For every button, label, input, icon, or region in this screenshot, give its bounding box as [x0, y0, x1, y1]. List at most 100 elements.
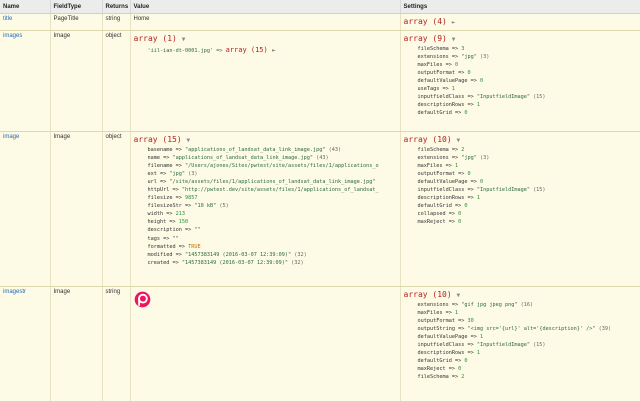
entry-value: 213 — [175, 211, 185, 218]
key-value-entry: extensions => "jpg" (3) — [404, 53, 637, 61]
expanded-arrow-icon: ▼ — [456, 292, 461, 299]
key-value-entry: maxReject => 0 — [404, 365, 637, 373]
field-name: title — [0, 13, 51, 31]
table-row: title PageTitle string Home array (4) ► — [0, 13, 640, 31]
entry-value: "" — [194, 227, 201, 234]
entry-key: fileSchema => — [417, 374, 459, 381]
field-value: array (1) ▼ 'iil-ian-dt-0001.jpg' => arr… — [130, 30, 401, 132]
value-list: basename => "applications_of_landsat_dat… — [134, 146, 397, 267]
value-array-toggle[interactable]: array (1) ▼ — [134, 33, 397, 45]
field-value: array (15) ▼ basename => "applications_o… — [130, 131, 401, 287]
entry-value: "InputfieldImage" — [476, 94, 530, 101]
entry-length: (15) — [533, 94, 546, 101]
entry-length: (3) — [479, 54, 490, 61]
entry-key: httpUrl => — [147, 187, 179, 194]
entry-value: 1 — [454, 163, 459, 170]
entry-key: defaultValuePage => — [417, 334, 477, 341]
expanded-arrow-icon: ▼ — [181, 36, 186, 43]
entry-length: (15) — [533, 342, 546, 349]
collapsed-arrow-icon: ► — [451, 19, 456, 26]
col-header-settings[interactable]: Settings — [400, 0, 640, 14]
key-value-entry: filesizeStr => "10 kB" (5) — [134, 202, 397, 210]
entry-value: 1 — [479, 334, 484, 341]
entry-key: filesizeStr => — [147, 203, 192, 210]
settings-list: extensions => "gif jpg jpeg png" (16) max… — [404, 301, 637, 381]
settings-array-toggle[interactable]: array (9) ▼ — [404, 33, 637, 45]
table-row: image Image object array (15) ▼ basename… — [0, 131, 640, 287]
key-value-entry: maxReject => 0 — [404, 218, 637, 226]
entry-value: "jpg" — [169, 171, 185, 178]
key-value-entry: inputfieldClass => "InputfieldImage" (15… — [404, 186, 637, 194]
entry-key: defaultValuePage => — [417, 179, 477, 186]
entry-length: (43) — [328, 147, 342, 153]
entry-key: maxFiles => — [417, 310, 452, 317]
entry-length: (3) — [479, 155, 490, 162]
field-returns: string — [102, 13, 131, 31]
entry-key: outputString => — [417, 326, 465, 333]
entry-value: 0 — [464, 203, 468, 210]
field-value: Home — [130, 13, 401, 31]
entry-value: 9857 — [184, 195, 198, 202]
field-type: PageTitle — [50, 13, 103, 31]
col-header-value[interactable]: Value — [130, 0, 401, 14]
entry-value: "applications_of_landsat_data_link_image… — [184, 147, 326, 153]
key-value-entry: filename => "/Users/ajones/Sites/pwtest/… — [134, 162, 397, 170]
entry-value: 1 — [454, 310, 459, 317]
settings-array-toggle[interactable]: array (4) ► — [404, 16, 637, 28]
key-value-entry: height => 150 — [134, 218, 397, 226]
key-value-entry: defaultGrid => 0 — [404, 202, 637, 210]
key-value-entry: url => "/site/assets/files/1/application… — [134, 178, 397, 186]
col-header-name[interactable]: Name — [0, 0, 51, 14]
entry-key: maxReject => — [417, 366, 455, 373]
entry-value: 3 — [461, 46, 465, 52]
entry-key: url => — [147, 179, 167, 186]
entry-value: "applications_of_landsat_data_link_image… — [172, 155, 314, 162]
nested-array-toggle[interactable]: array (15) ► — [226, 46, 276, 54]
field-settings: array (10) ▼ extensions => "gif jpg jpeg… — [400, 286, 640, 402]
entry-value: TRUE — [188, 243, 201, 250]
value-array-toggle[interactable]: array (15) ▼ — [134, 134, 397, 146]
key-value-entry: maxFiles => 1 — [404, 309, 637, 317]
entry-key: width => — [147, 211, 173, 218]
field-type: Image — [50, 131, 103, 287]
key-value-entry: ext => "jpg" (3) — [134, 170, 397, 178]
entry-key: extensions => — [417, 54, 459, 61]
entry-key: fileSchema => — [417, 46, 459, 52]
key-value-entry: fileSchema => 3 — [404, 45, 637, 53]
entry-key: basename => — [147, 147, 182, 153]
field-name: imagestr — [0, 286, 51, 402]
key-value-entry: fileSchema => 2 — [404, 373, 637, 381]
key-value-entry: tags => "" — [134, 235, 397, 243]
key-value-entry: outputString => "<img src='{url}' alt='{… — [404, 325, 637, 333]
entry-value: 0 — [458, 366, 462, 373]
key-value-entry: extensions => "gif jpg jpeg png" (16) — [404, 301, 637, 309]
entry-key: extensions => — [417, 155, 459, 162]
entry-key: defaultValuePage => — [417, 78, 477, 85]
entry-key: filesize => — [147, 195, 182, 202]
entry-key: outputFormat => — [417, 171, 465, 178]
field-returns: object — [102, 131, 131, 287]
entry-key: inputfieldClass => — [417, 342, 474, 349]
entry-value: 0 — [464, 358, 468, 365]
entry-value: 1 — [476, 195, 480, 202]
entry-length: (32) — [291, 259, 304, 266]
col-header-returns[interactable]: Returns — [102, 0, 131, 14]
header-row: Name FieldType Returns Value Settings — [0, 0, 640, 14]
entry-length: (5) — [219, 203, 229, 210]
settings-array-toggle[interactable]: array (10) ▼ — [404, 134, 637, 146]
key-value-entry: inputfieldClass => "InputfieldImage" (15… — [404, 93, 637, 101]
key-value-entry: description => "" — [134, 226, 397, 234]
key-value-entry: created => "1457383149 (2016-03-07 12:39… — [134, 259, 397, 267]
field-value — [130, 286, 401, 402]
entry-key: descriptionRows => — [417, 350, 474, 357]
field-name: image — [0, 131, 51, 287]
entry-value: 0 — [454, 62, 459, 69]
settings-array-toggle[interactable]: array (10) ▼ — [404, 289, 637, 301]
collapsed-arrow-icon: ► — [271, 47, 276, 54]
key-value-entry: maxFiles => 1 — [404, 162, 637, 170]
key-value-entry: fileSchema => 2 — [404, 146, 637, 154]
processwire-logo-icon — [134, 291, 150, 308]
entry-value: "<img src='{url}' alt='{description}' />… — [467, 326, 596, 333]
col-header-fieldtype[interactable]: FieldType — [50, 0, 103, 14]
key-value-entry: defaultValuePage => 1 — [404, 333, 637, 341]
